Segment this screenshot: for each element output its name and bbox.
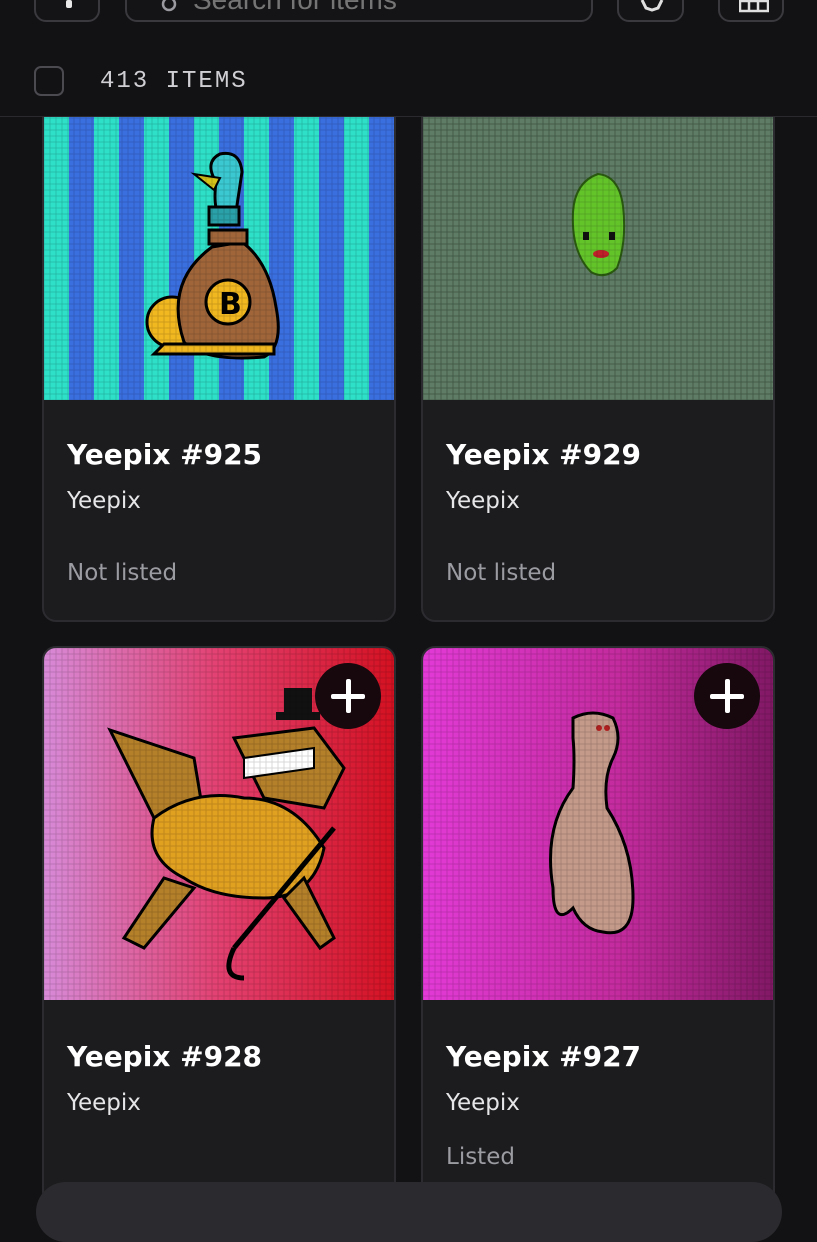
search-input[interactable] [191,0,585,16]
search-field[interactable] [125,0,593,22]
item-status: Not listed [446,560,557,586]
item-image: B [44,82,394,400]
settings-button[interactable] [617,0,684,22]
item-name[interactable]: Yeepix #928 [67,1040,262,1073]
items-header: 413 ITEMS [0,54,817,117]
settings-icon [640,0,664,12]
menu-button[interactable] [34,0,100,22]
item-image [423,82,773,400]
bottom-action-bar[interactable] [36,1182,782,1242]
item-card[interactable]: Yeepix #927 Yeepix Listed [421,646,775,1206]
select-all-checkbox[interactable] [34,66,64,96]
item-status: Not listed [67,560,178,586]
menu-icon [66,0,72,8]
item-collection: Yeepix [446,1090,520,1116]
item-status: Listed [446,1144,515,1170]
item-collection: Yeepix [67,1090,141,1116]
item-name[interactable]: Yeepix #925 [67,438,262,471]
item-card[interactable]: Yeepix #928 Yeepix [42,646,396,1206]
add-to-cart-button[interactable] [694,663,760,729]
item-collection: Yeepix [67,488,141,514]
grid-view-icon [739,0,769,13]
item-card[interactable]: Yeepix #929 Yeepix Not listed [421,80,775,622]
search-icon [161,0,177,12]
item-count: 413 ITEMS [100,68,248,95]
grid-view-button[interactable] [718,0,784,22]
item-collection: Yeepix [446,488,520,514]
add-to-cart-button[interactable] [315,663,381,729]
item-card[interactable]: B Yeepix #925 Yeepix Not listed [42,80,396,622]
item-name[interactable]: Yeepix #927 [446,1040,641,1073]
item-name[interactable]: Yeepix #929 [446,438,641,471]
